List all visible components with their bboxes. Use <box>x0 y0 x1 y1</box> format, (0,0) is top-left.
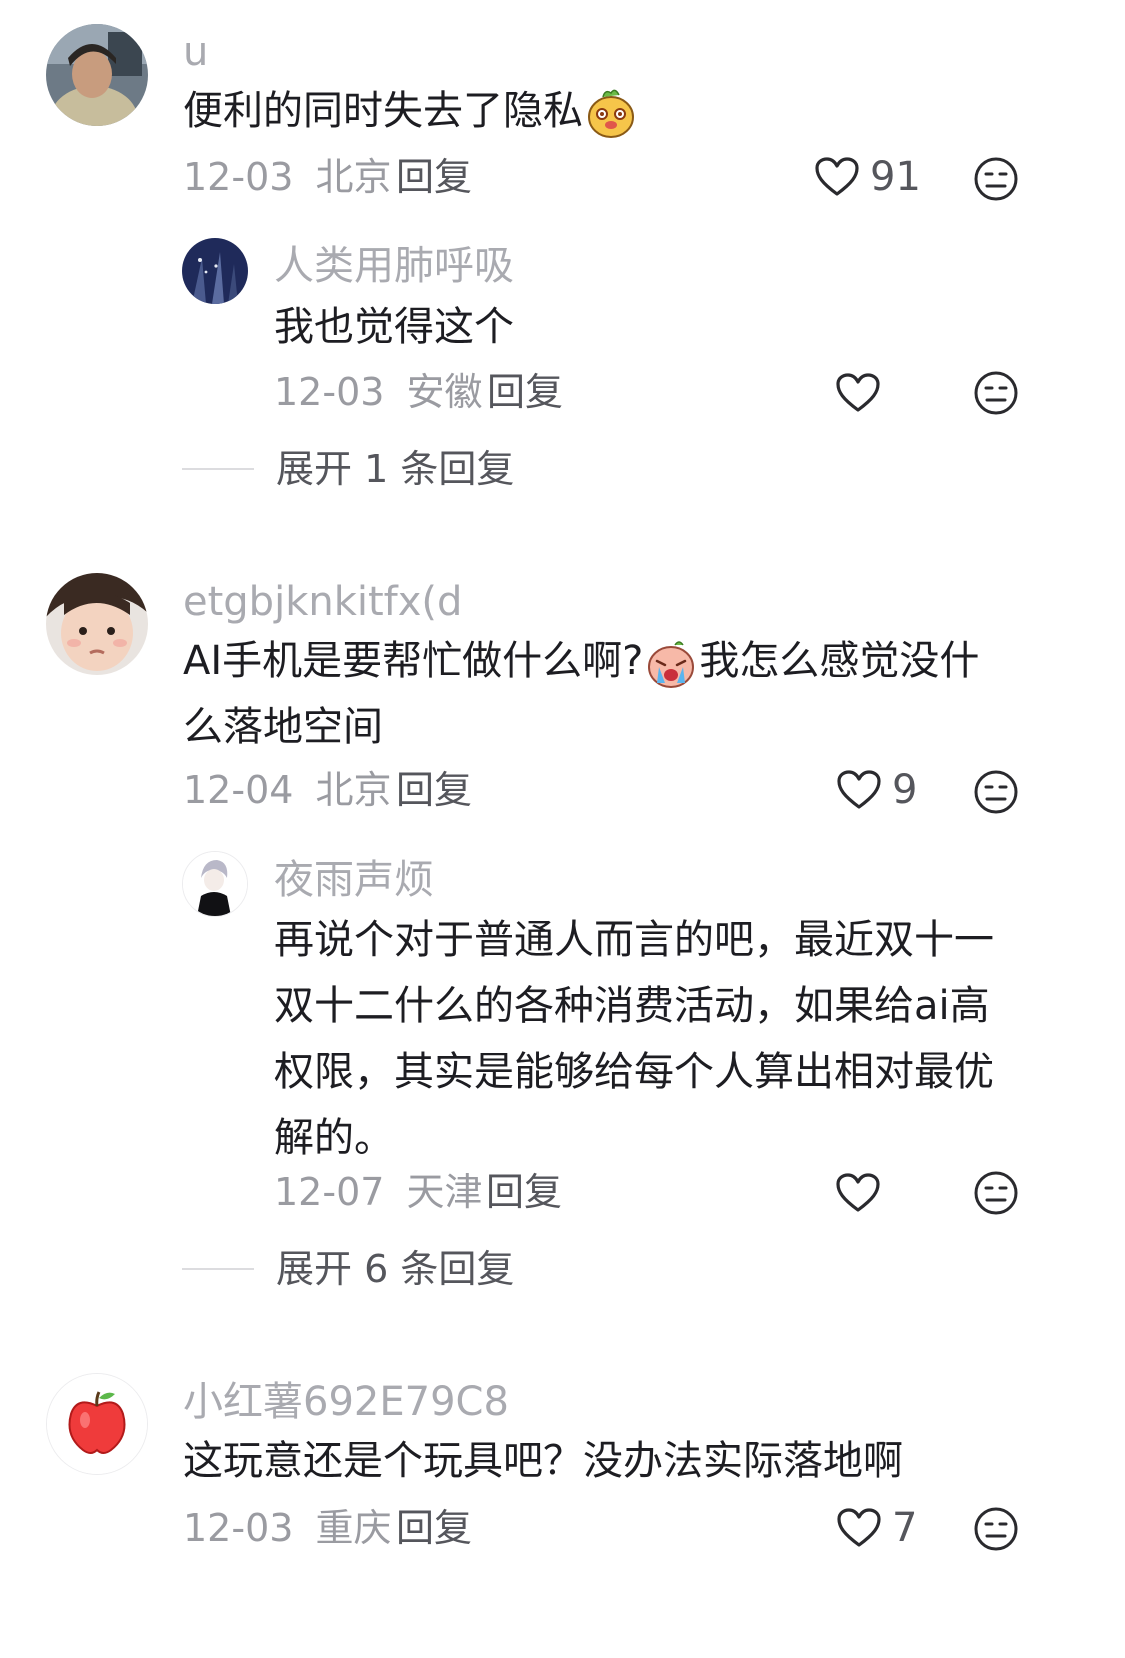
meh-face-icon[interactable] <box>973 370 1019 416</box>
reply-date: 12-03 <box>274 370 385 414</box>
comment-date: 12-03 <box>183 155 294 199</box>
crying-face-emoji <box>648 641 695 688</box>
like-count: 91 <box>870 154 921 200</box>
meh-face-icon[interactable] <box>973 769 1019 815</box>
reply-button[interactable]: 回复 <box>396 158 472 196</box>
like-button[interactable]: 7 <box>836 1507 917 1549</box>
avatar[interactable] <box>182 851 248 917</box>
dog-face-emoji <box>588 89 634 138</box>
divider-line <box>182 1268 254 1270</box>
reply-text-line: 解的。 <box>274 1115 394 1161</box>
reply-location: 安徽 <box>406 370 483 414</box>
comment-text-part2: 我怎么感觉没什 <box>699 638 980 684</box>
like-button[interactable]: 91 <box>814 156 921 198</box>
heart-outline-icon <box>837 1508 881 1547</box>
meh-face-icon[interactable] <box>973 1506 1019 1552</box>
meh-face-icon[interactable] <box>973 1170 1019 1216</box>
comment-meta: 12-03 北京 <box>183 158 392 196</box>
reply-date: 12-07 <box>274 1170 385 1214</box>
comment-date: 12-03 <box>183 1506 294 1550</box>
comment-text: AI手机是要帮忙做什么啊? 我怎么感觉没什 么落地空间 <box>183 628 979 760</box>
reply-username[interactable]: 夜雨声烦 <box>274 860 434 900</box>
like-count: 7 <box>892 1505 918 1551</box>
avatar[interactable] <box>46 1373 148 1475</box>
comment-username[interactable]: etgbjknkitfx(d <box>183 582 462 622</box>
like-button[interactable]: 9 <box>836 769 917 811</box>
reply-text: 再说个对于普通人而言的吧，最近双十一 双十二什么的各种消费活动，如果给ai高 权… <box>274 907 994 1171</box>
reply-button[interactable]: 回复 <box>486 1173 562 1211</box>
reply-text: 我也觉得这个 <box>274 304 514 350</box>
like-button[interactable] <box>835 1172 881 1214</box>
reply-button[interactable]: 回复 <box>396 1509 472 1547</box>
comment-location: 北京 <box>315 155 392 199</box>
comment-text: 这玩意还是个玩具吧？没办法实际落地啊 <box>183 1438 903 1484</box>
comment-location: 北京 <box>315 768 392 812</box>
meh-face-icon[interactable] <box>973 156 1019 202</box>
heart-outline-icon <box>837 770 881 809</box>
heart-outline-icon <box>815 157 859 196</box>
avatar[interactable] <box>182 238 248 304</box>
reply-username[interactable]: 人类用肺呼吸 <box>274 246 514 286</box>
comment-text-part1: AI手机是要帮忙做什么啊? <box>183 638 644 684</box>
heart-outline-icon <box>836 1173 880 1212</box>
comment-location: 重庆 <box>315 1506 392 1550</box>
expand-replies-label: 展开 1 条回复 <box>276 447 515 491</box>
comment-date: 12-04 <box>183 768 294 812</box>
divider-line <box>182 468 254 470</box>
avatar[interactable] <box>46 24 148 126</box>
comment-text-content: 便利的同时失去了隐私 <box>183 88 583 134</box>
comment-text: 便利的同时失去了隐私 <box>183 78 639 144</box>
comment-text-part3: 么落地空间 <box>183 704 383 750</box>
like-button[interactable] <box>835 372 881 414</box>
reply-meta: 12-03 安徽 <box>274 373 483 411</box>
reply-text-line: 双十二什么的各种消费活动，如果给ai高 <box>274 983 990 1029</box>
avatar[interactable] <box>46 573 148 675</box>
reply-meta: 12-07 天津 <box>274 1173 483 1211</box>
expand-replies-button[interactable]: 展开 1 条回复 <box>182 450 514 488</box>
comment-meta: 12-03 重庆 <box>183 1509 392 1547</box>
reply-button[interactable]: 回复 <box>487 373 563 411</box>
expand-replies-button[interactable]: 展开 6 条回复 <box>182 1250 514 1288</box>
comment-username[interactable]: 小红薯692E79C8 <box>183 1382 509 1422</box>
comment-username[interactable]: u <box>183 32 208 72</box>
expand-replies-label: 展开 6 条回复 <box>276 1247 515 1291</box>
like-count: 9 <box>892 767 918 813</box>
comment-meta: 12-04 北京 <box>183 771 392 809</box>
reply-location: 天津 <box>406 1170 483 1214</box>
reply-button[interactable]: 回复 <box>396 771 472 809</box>
heart-outline-icon <box>836 373 880 412</box>
reply-text-line: 再说个对于普通人而言的吧，最近双十一 <box>274 917 994 963</box>
reply-text-line: 权限，其实是能够给每个人算出相对最优 <box>274 1049 994 1095</box>
